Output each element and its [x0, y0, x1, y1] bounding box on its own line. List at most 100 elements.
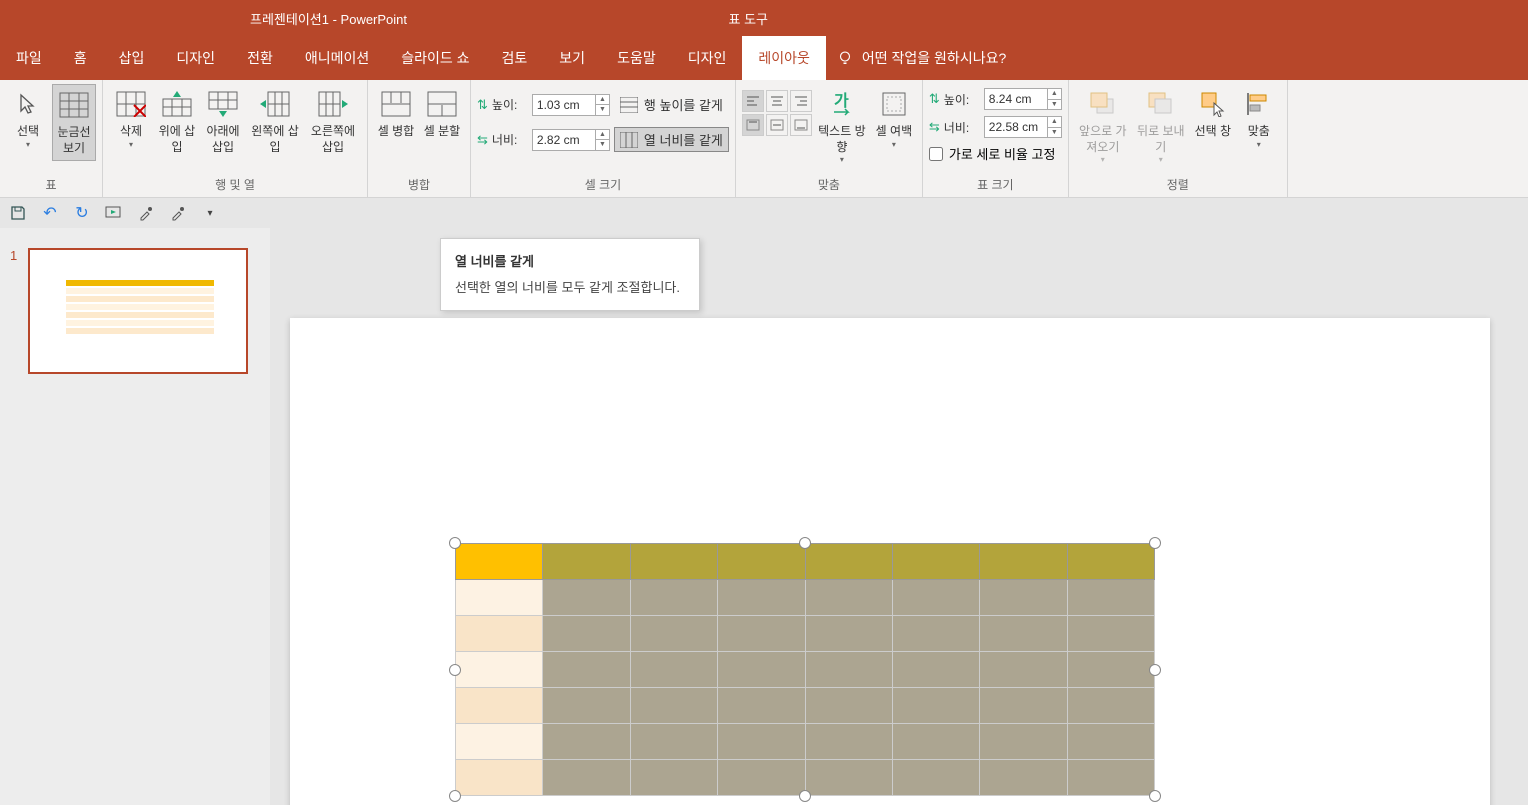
insert-below-button[interactable]: 아래에 삽입 [201, 84, 245, 159]
spin-down[interactable]: ▼ [595, 140, 609, 150]
tab-design[interactable]: 디자인 [160, 36, 231, 80]
insert-above-button[interactable]: 위에 삽입 [155, 84, 199, 159]
group-table: 선택 ▾ 눈금선 보기 표 [0, 80, 103, 197]
resize-handle-s[interactable] [799, 790, 811, 802]
tab-view[interactable]: 보기 [543, 36, 601, 80]
group-merge: 셀 병합 셀 분할 병합 [368, 80, 471, 197]
horizontal-align [742, 90, 812, 112]
text-direction-button[interactable]: 가 텍스트 방향 ▾ [814, 84, 870, 170]
split-cells-icon [426, 88, 458, 120]
insert-left-button[interactable]: 왼쪽에 삽입 [247, 84, 303, 159]
lock-aspect-checkbox[interactable]: 가로 세로 비율 고정 [929, 144, 1062, 163]
svg-text:가: 가 [834, 92, 849, 110]
eyedropper2-button[interactable] [168, 203, 188, 223]
selection-pane-button[interactable]: 선택 창 [1191, 84, 1235, 144]
spin-down[interactable]: ▼ [595, 105, 609, 115]
resize-handle-sw[interactable] [449, 790, 461, 802]
tab-table-layout[interactable]: 레이아웃 [742, 36, 826, 80]
tab-home[interactable]: 홈 [58, 36, 103, 80]
align-center[interactable] [766, 90, 788, 112]
align-bottom[interactable] [790, 114, 812, 136]
cell-margins-button[interactable]: 셀 여백 ▾ [872, 84, 916, 154]
resize-handle-nw[interactable] [449, 537, 461, 549]
undo-button[interactable]: ↶ [40, 203, 60, 223]
cell-margins-icon [878, 88, 910, 120]
text-direction-icon: 가 [826, 88, 858, 120]
group-arrange: 앞으로 가져오기 ▾ 뒤로 보내기 ▾ 선택 창 맞춤 ▾ 정렬 [1069, 80, 1288, 197]
select-button[interactable]: 선택 ▾ [6, 84, 50, 154]
align-top[interactable] [742, 114, 764, 136]
workspace: 1 열 너비를 같게 선택한 열의 너비를 모두 같게 조절합니다. [0, 228, 1528, 805]
distribute-cols-icon [620, 132, 638, 148]
send-backward-button[interactable]: 뒤로 보내기 ▾ [1133, 84, 1189, 170]
insert-right-icon [317, 88, 349, 120]
align-objects-icon [1243, 88, 1275, 120]
merge-cells-button[interactable]: 셀 병합 [374, 84, 418, 144]
tab-help[interactable]: 도움말 [601, 36, 672, 80]
align-left[interactable] [742, 90, 764, 112]
cell-height-label: 높이: [492, 96, 528, 113]
tab-insert[interactable]: 삽입 [103, 36, 161, 80]
eyedropper-button[interactable] [136, 203, 156, 223]
title-bar: 프레젠테이션1 - PowerPoint 표 도구 [0, 0, 1528, 36]
table-width-input[interactable]: 22.58 cm ▲▼ [984, 116, 1062, 138]
resize-handle-se[interactable] [1149, 790, 1161, 802]
resize-handle-w[interactable] [449, 664, 461, 676]
qat-customize[interactable]: ▾ [200, 203, 220, 223]
align-right[interactable] [790, 90, 812, 112]
tooltip-body: 선택한 열의 너비를 모두 같게 조절합니다. [455, 278, 685, 298]
group-table-size: ⇅ 높이: 8.24 cm ▲▼ ⇆ 너비: 22.58 cm ▲▼ [923, 80, 1069, 197]
table-width-arrows-icon: ⇆ [929, 119, 940, 135]
tab-review[interactable]: 검토 [486, 36, 544, 80]
tab-table-design[interactable]: 디자인 [672, 36, 743, 80]
tell-me-search[interactable]: 어떤 작업을 원하시나요? [836, 36, 1006, 80]
resize-handle-n[interactable] [799, 537, 811, 549]
bring-forward-icon [1087, 88, 1119, 120]
lightbulb-icon [836, 49, 854, 67]
distribute-cols-button[interactable]: 열 너비를 같게 [614, 127, 729, 152]
document-title: 프레젠테이션1 - PowerPoint [250, 9, 407, 28]
cell-width-label: 너비: [492, 131, 528, 148]
split-cells-button[interactable]: 셀 분할 [420, 84, 464, 144]
align-button[interactable]: 맞춤 ▾ [1237, 84, 1281, 154]
tab-file[interactable]: 파일 [0, 36, 58, 80]
tab-transitions[interactable]: 전환 [231, 36, 289, 80]
align-middle[interactable] [766, 114, 788, 136]
selected-table[interactable] [455, 543, 1155, 796]
distribute-rows-button[interactable]: 행 높이를 같게 [614, 92, 729, 117]
cursor-icon [12, 88, 44, 120]
spin-up[interactable]: ▲ [595, 130, 609, 141]
table-height-input[interactable]: 8.24 cm ▲▼ [984, 88, 1062, 110]
slide-canvas-area[interactable]: 열 너비를 같게 선택한 열의 너비를 모두 같게 조절합니다. [270, 228, 1528, 805]
merge-cells-icon [380, 88, 412, 120]
start-from-beginning-button[interactable] [104, 203, 124, 223]
contextual-tab-label: 표 도구 [689, 0, 809, 36]
ribbon: 선택 ▾ 눈금선 보기 표 삭제 ▾ 위에 삽입 아래에 삽입 [0, 80, 1528, 198]
gridlines-icon [58, 89, 90, 121]
resize-handle-ne[interactable] [1149, 537, 1161, 549]
insert-above-icon [161, 88, 193, 120]
delete-button[interactable]: 삭제 ▾ [109, 84, 153, 154]
tab-animations[interactable]: 애니메이션 [289, 36, 385, 80]
tab-slideshow[interactable]: 슬라이드 쇼 [385, 36, 485, 80]
table-height-arrows-icon: ⇅ [929, 91, 940, 107]
slide-thumbnail-1[interactable] [28, 248, 248, 374]
distribute-rows-icon [620, 97, 638, 113]
group-alignment: 가 텍스트 방향 ▾ 셀 여백 ▾ 맞춤 [736, 80, 923, 197]
insert-below-icon [207, 88, 239, 120]
slide-number: 1 [10, 248, 22, 374]
save-button[interactable] [8, 203, 28, 223]
cell-height-input[interactable]: 1.03 cm ▲▼ [532, 94, 610, 116]
slide-1[interactable] [290, 318, 1490, 805]
tooltip: 열 너비를 같게 선택한 열의 너비를 모두 같게 조절합니다. [440, 238, 700, 311]
cell-width-input[interactable]: 2.82 cm ▲▼ [532, 129, 610, 151]
width-arrows-icon: ⇆ [477, 132, 488, 148]
group-cell-size: ⇅ 높이: 1.03 cm ▲▼ 행 높이를 같게 ⇆ 너비: 2.82 [471, 80, 736, 197]
bring-forward-button[interactable]: 앞으로 가져오기 ▾ [1075, 84, 1131, 170]
insert-right-button[interactable]: 오른쪽에 삽입 [305, 84, 361, 159]
resize-handle-e[interactable] [1149, 664, 1161, 676]
selection-pane-icon [1197, 88, 1229, 120]
spin-up[interactable]: ▲ [595, 95, 609, 106]
redo-button[interactable]: ↻ [72, 203, 92, 223]
view-gridlines-button[interactable]: 눈금선 보기 [52, 84, 96, 161]
